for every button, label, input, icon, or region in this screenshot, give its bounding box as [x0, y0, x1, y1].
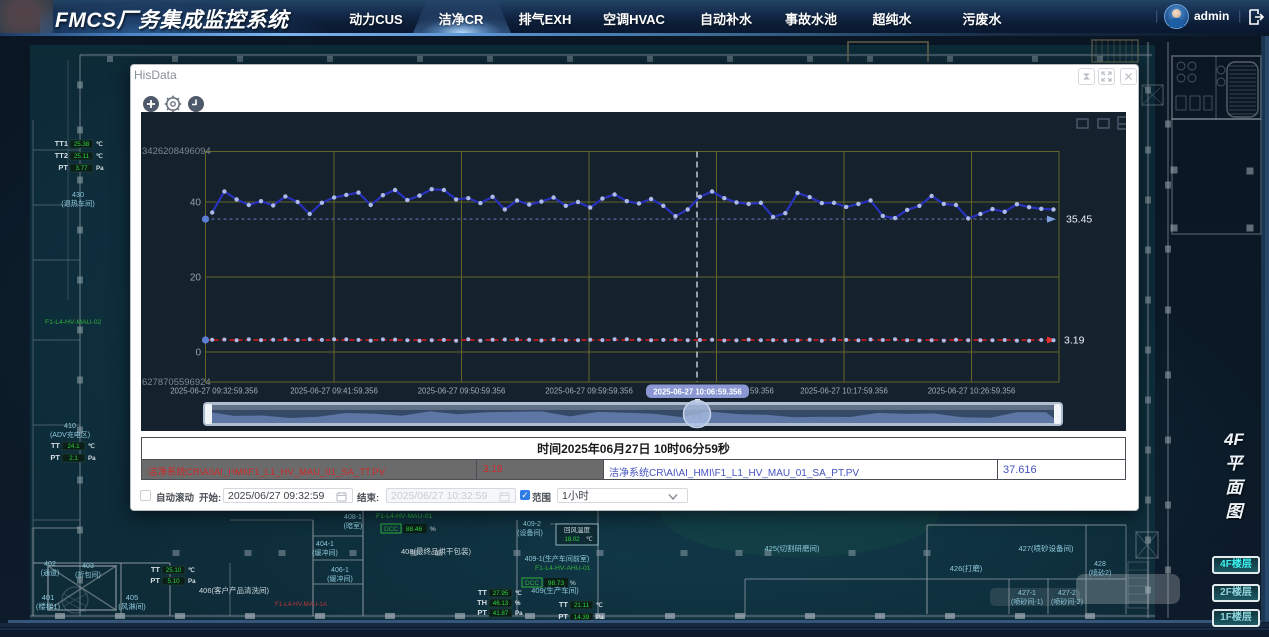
svg-text:3.77: 3.77	[75, 165, 88, 172]
svg-text:(设备间): (设备间)	[517, 528, 543, 537]
svg-text:401: 401	[42, 593, 55, 602]
svg-text:14.39: 14.39	[574, 614, 590, 621]
svg-text:PT: PT	[50, 453, 60, 462]
svg-text:PT: PT	[477, 608, 487, 617]
svg-text:425(切割研磨间): 425(切割研磨间)	[764, 543, 820, 553]
svg-text:TT: TT	[559, 600, 569, 609]
svg-text:℃: ℃	[586, 537, 593, 543]
svg-text:406(客户产品清洗间): 406(客户产品清洗间)	[199, 585, 270, 595]
svg-text:430: 430	[72, 190, 84, 199]
svg-text:2025-06-27 09:41:59.356: 2025-06-27 09:41:59.356	[290, 387, 378, 396]
svg-text:427-2: 427-2	[1058, 590, 1076, 597]
svg-text:40: 40	[190, 198, 202, 209]
svg-text:408(最终品烘干包装): 408(最终品烘干包装)	[401, 546, 472, 556]
svg-text:F1-L4-HV-MAU-02: F1-L4-HV-MAU-02	[45, 319, 101, 326]
svg-text:402: 402	[44, 561, 56, 568]
svg-text:88.46: 88.46	[406, 526, 423, 533]
svg-text:21.11: 21.11	[574, 602, 590, 609]
svg-text:409(生产车间): 409(生产车间)	[531, 585, 579, 595]
svg-text:405: 405	[126, 593, 139, 602]
svg-text:5.10: 5.10	[167, 578, 180, 585]
svg-text:406-1: 406-1	[331, 567, 349, 574]
svg-text:2025-06-27 09:32:59.356: 2025-06-27 09:32:59.356	[170, 387, 258, 396]
svg-text:TT: TT	[51, 441, 61, 450]
svg-text:25.38: 25.38	[74, 141, 90, 148]
svg-text:F1-L4-HV-AHU-01: F1-L4-HV-AHU-01	[535, 565, 591, 572]
svg-text:(风淋间): (风淋间)	[118, 601, 146, 611]
svg-text:(退热车间): (退热车间)	[61, 199, 95, 208]
svg-text:403: 403	[82, 563, 94, 570]
svg-text:TT1: TT1	[55, 139, 68, 148]
svg-text:Pa: Pa	[188, 578, 196, 585]
svg-text:3426208496094: 3426208496094	[142, 146, 211, 157]
svg-text:PT: PT	[558, 612, 568, 621]
svg-text:(ADV充电区): (ADV充电区)	[50, 430, 90, 439]
svg-text:(喷砂2): (喷砂2)	[1089, 568, 1112, 577]
svg-text:℃: ℃	[596, 602, 603, 609]
svg-text:410: 410	[64, 421, 76, 430]
svg-text:℃: ℃	[515, 590, 522, 597]
svg-text:Pa: Pa	[96, 165, 104, 172]
svg-text:428: 428	[1094, 561, 1106, 568]
svg-text:(喷砂间-1): (喷砂间-1)	[1011, 597, 1043, 606]
svg-text:41.87: 41.87	[493, 610, 509, 617]
svg-text:℃: ℃	[96, 141, 103, 148]
svg-text:Pa: Pa	[88, 455, 96, 462]
svg-text:426(打磨): 426(打磨)	[950, 563, 983, 573]
svg-text:Pa: Pa	[515, 610, 523, 617]
svg-text:(缓冲间): (缓冲间)	[327, 574, 353, 583]
svg-text:PT: PT	[150, 576, 160, 585]
svg-text:409-2: 409-2	[523, 521, 541, 528]
svg-text:(楼梯1): (楼梯1)	[36, 601, 61, 611]
svg-text:59.356: 59.356	[750, 387, 774, 396]
svg-text:%: %	[430, 526, 436, 533]
svg-text:DCC: DCC	[384, 526, 398, 533]
svg-text:404-1: 404-1	[316, 541, 334, 548]
svg-text:(暗室): (暗室)	[344, 521, 363, 530]
svg-text:2025-06-27 10:26:59.356: 2025-06-27 10:26:59.356	[928, 387, 1016, 396]
svg-text:35.45: 35.45	[1066, 214, 1092, 226]
svg-text:℃: ℃	[96, 153, 103, 160]
svg-text:%: %	[515, 600, 521, 607]
svg-text:2025-06-27 09:59:59.356: 2025-06-27 09:59:59.356	[545, 387, 633, 396]
svg-text:0: 0	[195, 348, 201, 359]
svg-text:(缓冲间): (缓冲间)	[312, 548, 338, 557]
svg-text:408-1: 408-1	[344, 514, 362, 521]
svg-text:TT: TT	[478, 588, 488, 597]
svg-text:TH: TH	[477, 598, 487, 607]
svg-text:427(喷砂设备间): 427(喷砂设备间)	[1018, 543, 1074, 553]
svg-text:(通道): (通道)	[41, 568, 60, 577]
svg-text:25.11: 25.11	[74, 153, 90, 160]
svg-text:27.95: 27.95	[493, 590, 509, 597]
svg-text:PT: PT	[58, 163, 68, 172]
svg-text:回风温度: 回风温度	[564, 525, 591, 534]
svg-text:TT2: TT2	[55, 151, 68, 160]
svg-text:F1-L4-HV-MAU-01: F1-L4-HV-MAU-01	[376, 513, 432, 520]
svg-text:℃: ℃	[88, 443, 95, 450]
svg-text:18.02: 18.02	[564, 537, 580, 543]
svg-text:25.10: 25.10	[166, 567, 182, 574]
svg-text:(折包间): (折包间)	[75, 570, 101, 579]
svg-text:TT: TT	[151, 565, 161, 574]
svg-text:409-1(生产车间前室): 409-1(生产车间前室)	[525, 554, 590, 563]
svg-text:2025-06-27 10:17:59.356: 2025-06-27 10:17:59.356	[800, 387, 888, 396]
svg-text:℃: ℃	[188, 567, 195, 574]
svg-text:F1-L4-HV-MAU-1A: F1-L4-HV-MAU-1A	[275, 601, 328, 608]
svg-text:3.19: 3.19	[1064, 335, 1085, 347]
svg-text:2.1: 2.1	[69, 455, 78, 462]
svg-text:46.13: 46.13	[493, 600, 509, 607]
svg-text:20: 20	[190, 273, 202, 284]
svg-text:2025-06-27 10:06:59.356: 2025-06-27 10:06:59.356	[653, 388, 742, 397]
svg-text:427-1: 427-1	[1018, 590, 1036, 597]
svg-text:Pa: Pa	[596, 614, 604, 621]
svg-text:(喷砂间-2): (喷砂间-2)	[1051, 597, 1083, 606]
svg-text:24.1: 24.1	[67, 443, 80, 450]
svg-text:2025-06-27 09:50:59.356: 2025-06-27 09:50:59.356	[418, 387, 506, 396]
